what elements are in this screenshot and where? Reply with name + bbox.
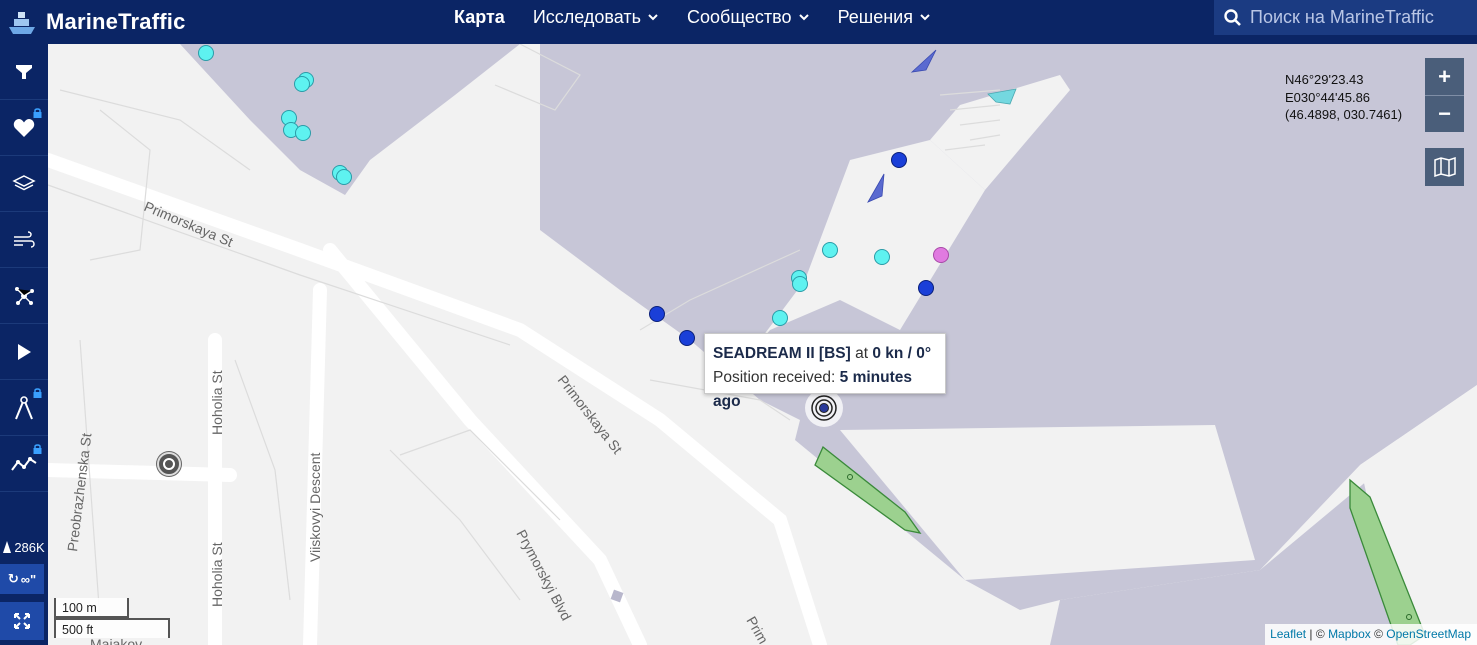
vessel-icon (3, 541, 12, 553)
playback-button[interactable] (0, 324, 48, 380)
lock-icon (33, 388, 42, 398)
osm-link[interactable]: OpenStreetMap (1386, 627, 1471, 641)
vessel-count: 286K (0, 536, 48, 558)
nav-explore[interactable]: Исследовать (533, 7, 659, 28)
vessel-marker (679, 330, 695, 346)
vessel-name: SEADREAM II [BS] (713, 345, 851, 362)
search-icon (1224, 8, 1241, 26)
vessel-marker (822, 242, 838, 258)
fullscreen-button[interactable] (0, 602, 44, 640)
zoom-in-button[interactable]: + (1425, 58, 1464, 95)
attribution-separator: | © (1306, 627, 1329, 641)
top-bar: MarineTraffic Карта Исследовать Сообщест… (0, 0, 1477, 44)
vessel-tooltip: SEADREAM II [BS] at 0 kn / 0° Position r… (704, 333, 946, 410)
vessel-marker (874, 249, 890, 265)
vessel-marker (295, 125, 311, 141)
analytics-button[interactable] (0, 436, 48, 492)
tracks-label: ∞" (20, 571, 37, 587)
filter-icon (16, 64, 32, 79)
search-box[interactable] (1214, 0, 1477, 35)
vessel-marker (649, 306, 665, 322)
speed-course: 0 kn / 0° (872, 345, 932, 362)
scale-bar: 100 m 500 ft (54, 598, 170, 638)
density-button[interactable] (0, 268, 48, 324)
map-canvas[interactable]: Primorskaya St Primorskaya St Prymorskyi… (0, 0, 1477, 645)
zoom-out-button[interactable]: − (1425, 95, 1464, 132)
vessel-marker (772, 310, 788, 326)
tooltip-line-1: SEADREAM II [BS] at 0 kn / 0° (713, 342, 937, 366)
tracks-toggle[interactable]: ↻ ∞" (0, 564, 44, 594)
logo-text: MarineTraffic (46, 9, 186, 34)
vessel-count-value: 286K (14, 539, 45, 555)
nav-map[interactable]: Карта (454, 7, 505, 28)
measure-button[interactable] (0, 380, 48, 436)
leaflet-link[interactable]: Leaflet (1270, 627, 1306, 641)
map-type-button[interactable] (1425, 148, 1464, 186)
position-label: Position received: (713, 369, 836, 386)
nav-label: Карта (454, 6, 505, 27)
street-label: Viiskovyi Descent (307, 452, 323, 562)
logo[interactable]: MarineTraffic (0, 0, 186, 44)
map-attribution: Leaflet | © Mapbox © OpenStreetMap (1265, 624, 1477, 645)
left-toolbar: 286K ↻ ∞" (0, 44, 48, 645)
nav-label: Исследовать (532, 6, 641, 27)
chevron-down-icon (798, 14, 809, 21)
at-label: at (855, 345, 869, 362)
heart-icon (13, 118, 35, 137)
scale-metric: 100 m (54, 598, 129, 618)
expand-icon (14, 613, 30, 629)
mapbox-link[interactable]: Mapbox (1328, 627, 1371, 641)
coordinates-readout: N46°29'23.43 E030°44'45.86 (46.4898, 030… (1285, 71, 1402, 124)
favorites-button[interactable] (0, 100, 48, 156)
filter-button[interactable] (0, 44, 48, 100)
vessel-marker (336, 169, 352, 185)
zoom-control: + − (1425, 58, 1464, 132)
weather-button[interactable] (0, 212, 48, 268)
layers-icon (12, 174, 36, 190)
decimal-coordinates: (46.4898, 030.7461) (1285, 107, 1403, 122)
vessel-marker (918, 280, 934, 296)
nav-community[interactable]: Сообщество (687, 7, 810, 28)
layers-button[interactable] (0, 156, 48, 212)
lock-icon (33, 108, 42, 118)
street-label: Hoholia St (209, 370, 225, 435)
nav-label: Сообщество (686, 6, 792, 27)
main-nav: Карта Исследовать Сообщество Решения (454, 0, 959, 34)
lock-icon (33, 444, 42, 454)
vessel-marker (294, 76, 310, 92)
nav-label: Решения (837, 6, 913, 27)
vessel-marker (933, 247, 949, 263)
scale-imperial: 500 ft (54, 618, 170, 638)
longitude: E030°44'45.86 (1285, 89, 1371, 105)
search-input[interactable] (1250, 7, 1470, 28)
network-icon (15, 286, 34, 305)
chevron-down-icon (648, 14, 658, 21)
nav-solutions[interactable]: Решения (838, 7, 931, 28)
tooltip-line-2: Position received: 5 minutes ago (713, 366, 937, 414)
port-marker (156, 451, 182, 477)
chart-line-icon (11, 456, 37, 471)
latitude: N46°29'23.43 (1285, 72, 1364, 87)
refresh-icon: ↻ (7, 571, 19, 586)
vessel-marker (792, 276, 808, 292)
attribution-separator: © (1370, 627, 1387, 641)
map-icon (1433, 157, 1456, 177)
chevron-down-icon (920, 14, 930, 21)
vessel-marker (198, 45, 214, 61)
wind-icon (14, 230, 35, 248)
play-icon (18, 343, 31, 360)
ship-logo-icon (0, 0, 44, 44)
vessel-marker (891, 152, 907, 168)
street-label: Hoholia St (209, 542, 225, 607)
measure-icon (15, 395, 33, 419)
